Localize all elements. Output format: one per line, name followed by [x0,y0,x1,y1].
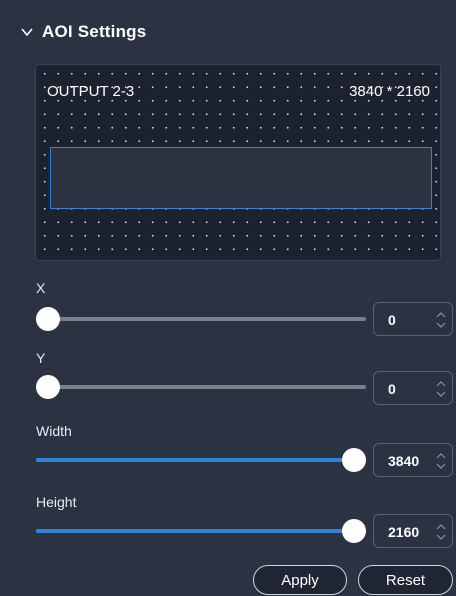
height-label: Height [36,494,77,510]
aoi-settings-panel: AOI Settings OUTPUT 2-3 3840 * 2160 X 0 … [0,0,456,596]
output-name-label: OUTPUT 2-3 [47,83,135,100]
section-title: AOI Settings [42,22,147,41]
aoi-region-rectangle[interactable] [50,147,432,209]
height-slider[interactable] [36,519,366,543]
width-value-stepper[interactable]: 3840 [373,443,453,477]
apply-button[interactable]: Apply [253,565,347,595]
slider-fill [36,529,354,533]
x-label: X [36,280,46,296]
height-value[interactable]: 2160 [388,524,419,540]
y-slider[interactable] [36,375,366,399]
y-value-stepper[interactable]: 0 [373,371,453,405]
slider-track[interactable] [36,317,366,321]
width-label: Width [36,423,72,439]
x-value-stepper[interactable]: 0 [373,302,453,336]
slider-thumb[interactable] [36,375,60,399]
section-header[interactable]: AOI Settings [20,20,146,44]
y-value[interactable]: 0 [388,381,396,397]
spin-arrows-icon[interactable] [436,309,446,331]
slider-track[interactable] [36,385,366,389]
x-slider[interactable] [36,307,366,331]
x-value[interactable]: 0 [388,312,396,328]
width-slider[interactable] [36,448,366,472]
spin-arrows-icon[interactable] [436,450,446,472]
slider-thumb[interactable] [36,307,60,331]
aoi-preview-canvas[interactable]: OUTPUT 2-3 3840 * 2160 [35,64,441,261]
slider-thumb[interactable] [342,448,366,472]
slider-thumb[interactable] [342,519,366,543]
resolution-label: 3840 * 2160 [349,83,430,100]
y-label: Y [36,350,46,366]
spin-arrows-icon[interactable] [436,521,446,543]
reset-button[interactable]: Reset [358,565,453,595]
spin-arrows-icon[interactable] [436,378,446,400]
width-value[interactable]: 3840 [388,453,419,469]
slider-fill [36,458,354,462]
chevron-down-icon[interactable] [20,25,34,39]
height-value-stepper[interactable]: 2160 [373,514,453,548]
